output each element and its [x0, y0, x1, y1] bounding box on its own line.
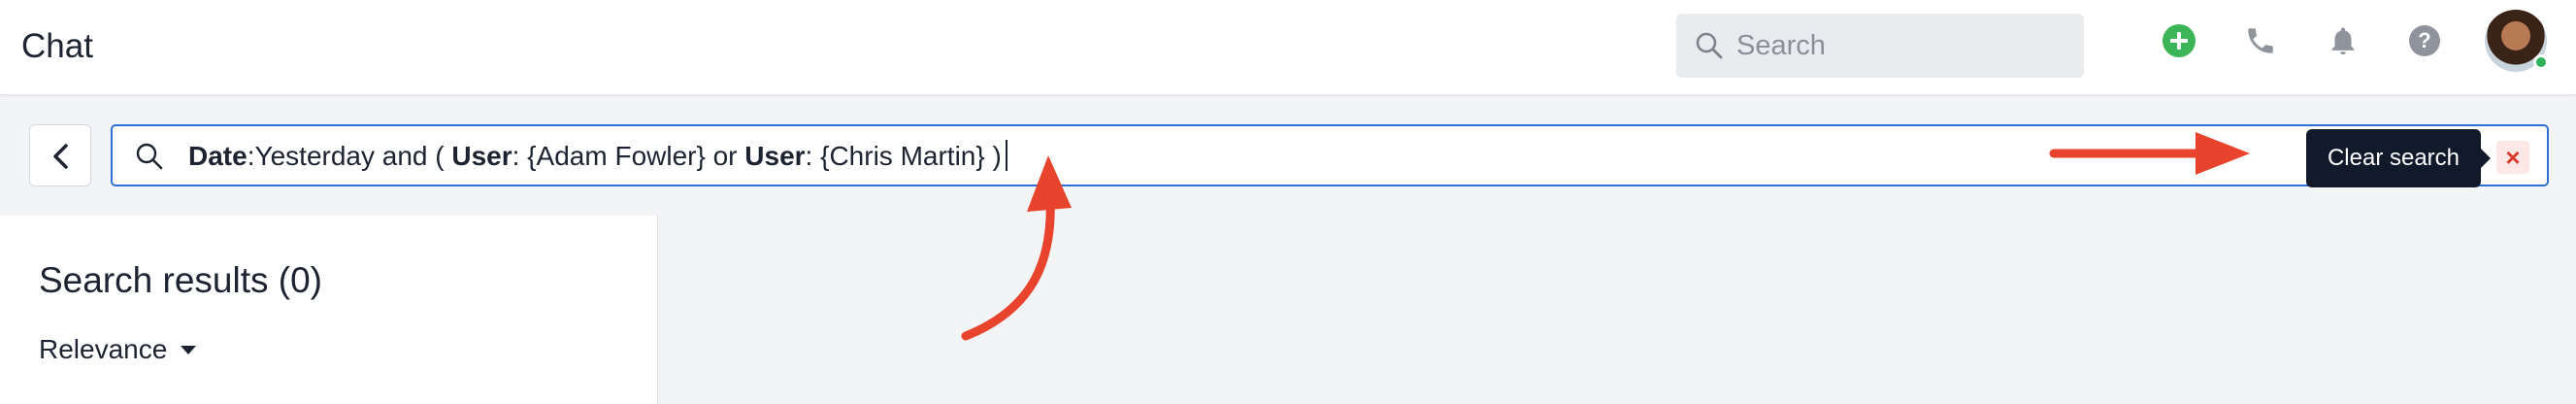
clear-search-tooltip: Clear search — [2306, 129, 2491, 187]
online-status-dot — [2533, 54, 2549, 70]
sort-label: Relevance — [39, 334, 168, 364]
plus-icon — [2163, 24, 2196, 57]
call-button[interactable] — [2239, 19, 2282, 62]
search-icon — [136, 143, 163, 170]
back-button[interactable] — [29, 124, 91, 186]
query-field-user: User — [744, 141, 806, 171]
svg-text:?: ? — [2418, 28, 2430, 52]
results-panel: Search results (0) Relevance — [0, 216, 658, 404]
phone-icon — [2248, 28, 2273, 53]
notifications-button[interactable] — [2322, 19, 2364, 62]
query-value-date: :Yesterday and ( — [247, 141, 452, 171]
advanced-search-input[interactable]: Date:Yesterday and ( User: {Adam Fowler}… — [111, 124, 2549, 186]
query-value-user-2: : {Chris Martin} ) — [805, 141, 1002, 171]
add-button[interactable] — [2158, 19, 2200, 62]
bell-icon — [2331, 27, 2355, 55]
global-search[interactable] — [1676, 14, 2084, 78]
caret-down-icon — [181, 345, 197, 354]
app-title: Chat — [21, 27, 93, 65]
user-avatar[interactable] — [2485, 10, 2549, 72]
query-field-user: User — [451, 141, 512, 171]
search-query-text[interactable]: Date:Yesterday and ( User: {Adam Fowler}… — [188, 140, 1007, 172]
query-field-date: Date — [188, 141, 248, 171]
results-title: Search results (0) — [39, 260, 322, 300]
help-icon: ? — [2409, 25, 2440, 56]
text-cursor — [1005, 140, 1007, 171]
query-value-user-1: : {Adam Fowler} or — [512, 141, 745, 171]
help-button[interactable]: ? — [2403, 19, 2446, 62]
sort-dropdown[interactable]: Relevance — [39, 334, 197, 365]
clear-search-button[interactable]: × — [2496, 141, 2529, 174]
top-bar: Chat ? — [0, 0, 2576, 95]
search-icon — [1696, 32, 1723, 59]
global-search-input[interactable] — [1736, 14, 2066, 78]
chevron-left-icon — [53, 144, 68, 169]
